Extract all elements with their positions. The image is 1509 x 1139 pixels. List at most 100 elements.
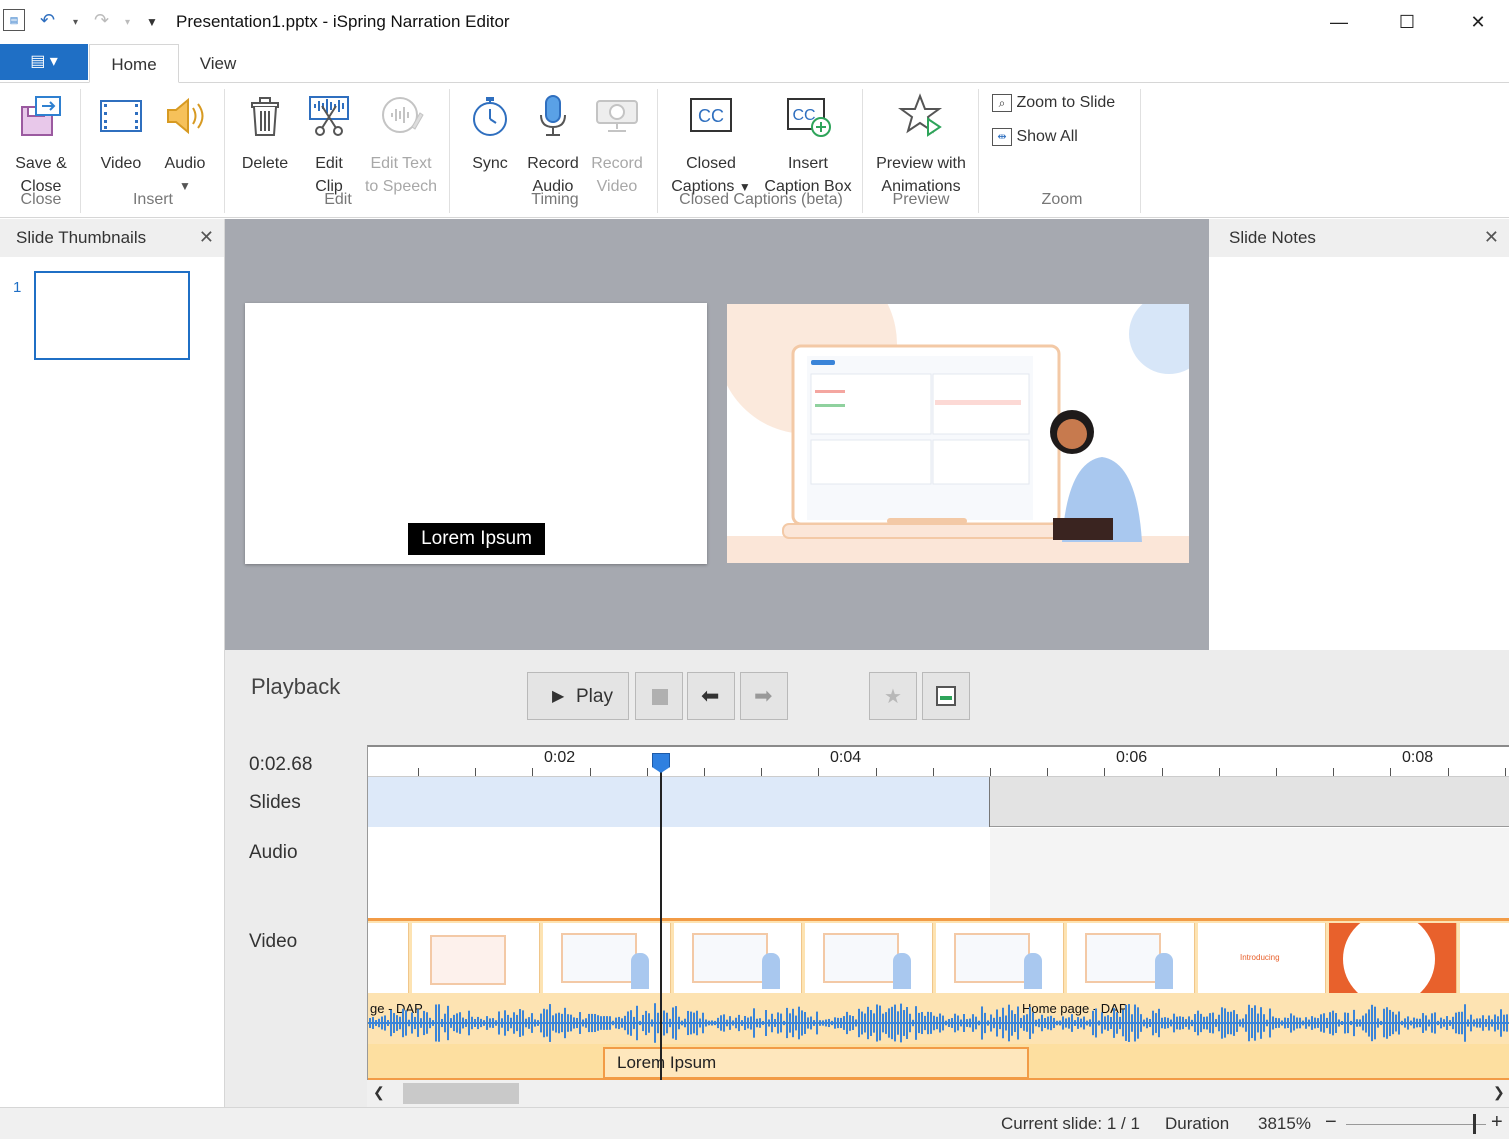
record-audio-button[interactable]: Record Audio xyxy=(522,83,584,198)
ruler-tick xyxy=(1104,768,1106,776)
video-frame xyxy=(543,923,671,993)
slide-canvas[interactable]: Lorem Ipsum xyxy=(245,303,707,564)
zoom-to-slide-button[interactable]: ⌕ Zoom to Slide xyxy=(992,94,1115,112)
undo-icon[interactable]: ↶ xyxy=(40,10,55,31)
ruler-tick xyxy=(1276,768,1277,776)
stop-icon xyxy=(652,689,668,705)
current-slide-status: Current slide: 1 / 1 xyxy=(1001,1114,1140,1133)
playhead-line[interactable] xyxy=(660,765,662,1080)
minimize-button[interactable]: — xyxy=(1316,8,1362,36)
microphone-icon xyxy=(540,95,566,136)
video-track[interactable]: IntroducingDigital ge - DAP Home page - … xyxy=(368,918,1509,1044)
maximize-button[interactable]: ☐ xyxy=(1384,8,1430,36)
ruler-tick xyxy=(875,768,877,776)
closed-captions-button[interactable]: CC Closed Captions ▼ xyxy=(664,83,758,199)
frame-screen xyxy=(1085,933,1161,983)
ribbon-separator xyxy=(862,89,863,213)
edit-clip-button[interactable]: Edit Clip xyxy=(300,83,358,198)
save-close-icon xyxy=(21,96,61,136)
video-frame xyxy=(674,923,802,993)
caption-block-text: Lorem Ipsum xyxy=(617,1053,717,1072)
slide-notes-editor[interactable] xyxy=(1209,257,1509,650)
time-ruler[interactable]: 0:02 0:04 0:06 0:08 xyxy=(368,747,1509,777)
caption-settings-button[interactable] xyxy=(922,672,970,720)
ruler-tick xyxy=(1333,768,1335,776)
caption-panel-icon xyxy=(936,686,956,706)
insert-video-button[interactable]: Video xyxy=(92,83,150,175)
video-frame xyxy=(1329,923,1457,993)
ribbon-separator xyxy=(978,89,979,213)
caption-track[interactable]: Lorem Ipsum xyxy=(368,1044,1509,1080)
video-preview xyxy=(727,304,1189,563)
svg-text:CC: CC xyxy=(698,106,724,126)
redo-dropdown-icon[interactable]: ▾ xyxy=(125,17,130,28)
slide-thumbnail[interactable] xyxy=(34,271,190,360)
frame-screen xyxy=(430,935,506,985)
tab-home[interactable]: Home xyxy=(89,44,179,83)
film-icon xyxy=(100,100,142,132)
save-close-button[interactable]: Save & Close xyxy=(6,83,76,198)
close-notes-icon[interactable]: ✕ xyxy=(1484,219,1499,255)
redo-icon[interactable]: ↷ xyxy=(94,10,109,31)
show-all-label: Show All xyxy=(1016,128,1078,146)
ruler-tick xyxy=(1218,768,1220,776)
ruler-tick xyxy=(418,768,419,776)
slide-segment[interactable] xyxy=(368,777,990,827)
ruler-tick xyxy=(818,768,820,776)
ruler-tick xyxy=(761,768,763,776)
sync-label: Sync xyxy=(472,155,508,172)
video-frames: Introducing Digital xyxy=(368,923,1509,995)
preview-animations-button[interactable]: Preview with Animations xyxy=(868,83,974,198)
caption-block[interactable]: Lorem Ipsum xyxy=(603,1047,1029,1079)
previous-button[interactable]: ⬅ xyxy=(687,672,735,720)
timeline-scrollbar[interactable]: ❮ ❯ xyxy=(367,1080,1509,1107)
insert-caption-box-button[interactable]: CC Insert Caption Box xyxy=(760,83,856,198)
delete-button[interactable]: Delete xyxy=(234,83,296,175)
ribbon-tabs: ▤ ▾ Home View xyxy=(0,44,1509,83)
tab-view[interactable]: View xyxy=(183,44,253,83)
close-thumbnails-icon[interactable]: ✕ xyxy=(199,219,214,255)
group-preview-label: Preview xyxy=(892,191,950,208)
add-marker-button[interactable]: ★ xyxy=(869,672,917,720)
edit-text-to-speech-button[interactable]: Edit Text to Speech xyxy=(360,83,442,198)
record-video-button[interactable]: Record Video xyxy=(586,83,648,198)
sync-button[interactable]: Sync xyxy=(462,83,518,175)
slide-thumbnails-panel: Slide Thumbnails ✕ 1 xyxy=(0,219,225,1107)
file-menu-button[interactable]: ▤ ▾ xyxy=(0,44,88,80)
star-icon: ★ xyxy=(884,686,902,708)
zoom-slider-track[interactable] xyxy=(1346,1124,1486,1125)
audio-track[interactable] xyxy=(368,828,1509,918)
group-zoom-label: Zoom xyxy=(1041,191,1083,208)
close-button[interactable]: ✕ xyxy=(1455,8,1501,36)
ruler-tick xyxy=(646,768,648,776)
zoom-in-button[interactable]: + xyxy=(1491,1111,1503,1134)
show-all-button[interactable]: ⇹ Show All xyxy=(992,128,1078,146)
audio-track-active xyxy=(368,828,990,918)
video-frame xyxy=(368,923,409,993)
next-button[interactable]: ➡ xyxy=(740,672,788,720)
timeline[interactable]: 0:02 0:04 0:06 0:08 IntroducingDigital g… xyxy=(367,745,1509,1080)
frame-person xyxy=(762,953,780,989)
caption-box[interactable]: Lorem Ipsum xyxy=(408,523,545,555)
scroll-thumb[interactable] xyxy=(403,1083,519,1104)
video-frame: Introducing xyxy=(1198,923,1326,993)
record-video-label-1: Record xyxy=(591,155,643,172)
frame-person xyxy=(1024,953,1042,989)
caption-panel-icon-bar xyxy=(940,696,952,700)
ruler-tick xyxy=(475,768,477,776)
play-button[interactable]: ▶ Play xyxy=(527,672,629,720)
save-close-label-1: Save & xyxy=(15,155,67,172)
zoom-slider-thumb[interactable] xyxy=(1473,1114,1476,1134)
undo-dropdown-icon[interactable]: ▾ xyxy=(73,17,78,28)
customize-toolbar-icon[interactable]: ▼ xyxy=(146,15,158,29)
insert-audio-button[interactable]: Audio ▼ xyxy=(156,83,214,198)
frame-screen xyxy=(692,933,768,983)
scroll-right-icon[interactable]: ❯ xyxy=(1493,1084,1505,1101)
scroll-left-icon[interactable]: ❮ xyxy=(373,1084,385,1101)
stop-button[interactable] xyxy=(635,672,683,720)
frame-circle xyxy=(1343,923,1435,993)
duration-label: Duration xyxy=(1165,1114,1230,1133)
slide-thumbnails-title: Slide Thumbnails xyxy=(16,228,147,247)
zoom-out-button[interactable]: − xyxy=(1325,1111,1337,1134)
video-audio-waveform xyxy=(368,1003,1509,1043)
